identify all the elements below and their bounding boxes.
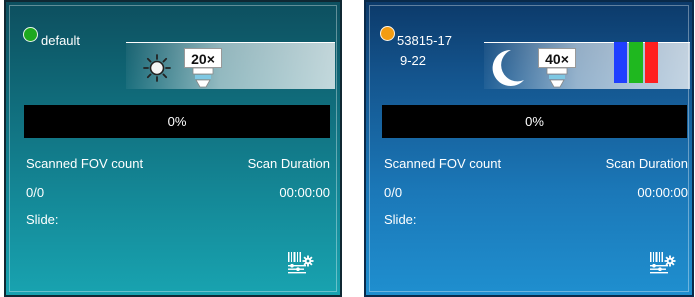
scanned-fov-label: Scanned FOV count bbox=[26, 156, 144, 171]
scan-duration-value: 00:00:00 bbox=[279, 185, 330, 200]
progress-text: 0% bbox=[525, 114, 544, 129]
slide-label: Slide: bbox=[26, 212, 59, 227]
channel-blue bbox=[614, 42, 628, 83]
objective-lens-icon bbox=[546, 68, 568, 88]
barcode-settings-icon[interactable] bbox=[286, 250, 316, 276]
scan-progress-bar: 0% bbox=[382, 105, 687, 138]
objective-lens-icon bbox=[192, 68, 214, 88]
card-name: default bbox=[41, 33, 81, 48]
card-name-line2: 9-22 bbox=[400, 53, 427, 68]
fov-count-value: 0/0 bbox=[26, 185, 45, 200]
fov-count-value: 0/0 bbox=[384, 185, 403, 200]
scanned-fov-label: Scanned FOV count bbox=[384, 156, 502, 171]
scan-duration-label: Scan Duration bbox=[605, 156, 688, 171]
channel-red bbox=[644, 42, 658, 83]
objective-magnification: 40× bbox=[538, 48, 576, 68]
slide-label: Slide: bbox=[384, 212, 417, 227]
scanner-card-53815[interactable]: 53815-17 9-22 40× 0% Scanned FOV count S… bbox=[364, 0, 694, 297]
barcode-settings-icon[interactable] bbox=[648, 250, 678, 276]
objective-badge: 40× bbox=[538, 48, 576, 88]
card-name-line1: 53815-17 bbox=[397, 33, 452, 48]
progress-text: 0% bbox=[167, 114, 187, 129]
scan-progress-bar: 0% bbox=[24, 105, 330, 138]
moon-icon bbox=[492, 49, 524, 86]
objective-magnification: 20× bbox=[184, 48, 222, 68]
channel-green bbox=[629, 42, 643, 83]
status-indicator-icon bbox=[23, 27, 38, 42]
objective-badge: 20× bbox=[184, 48, 222, 88]
scanner-card-default[interactable]: default 20× 0% Scanned FOV count Scan Du… bbox=[4, 0, 342, 297]
scan-duration-value: 00:00:00 bbox=[637, 185, 688, 200]
scan-duration-label: Scan Duration bbox=[247, 156, 330, 171]
status-indicator-icon bbox=[380, 26, 395, 41]
sun-icon bbox=[143, 54, 171, 82]
rgb-channels-icon bbox=[614, 42, 658, 83]
